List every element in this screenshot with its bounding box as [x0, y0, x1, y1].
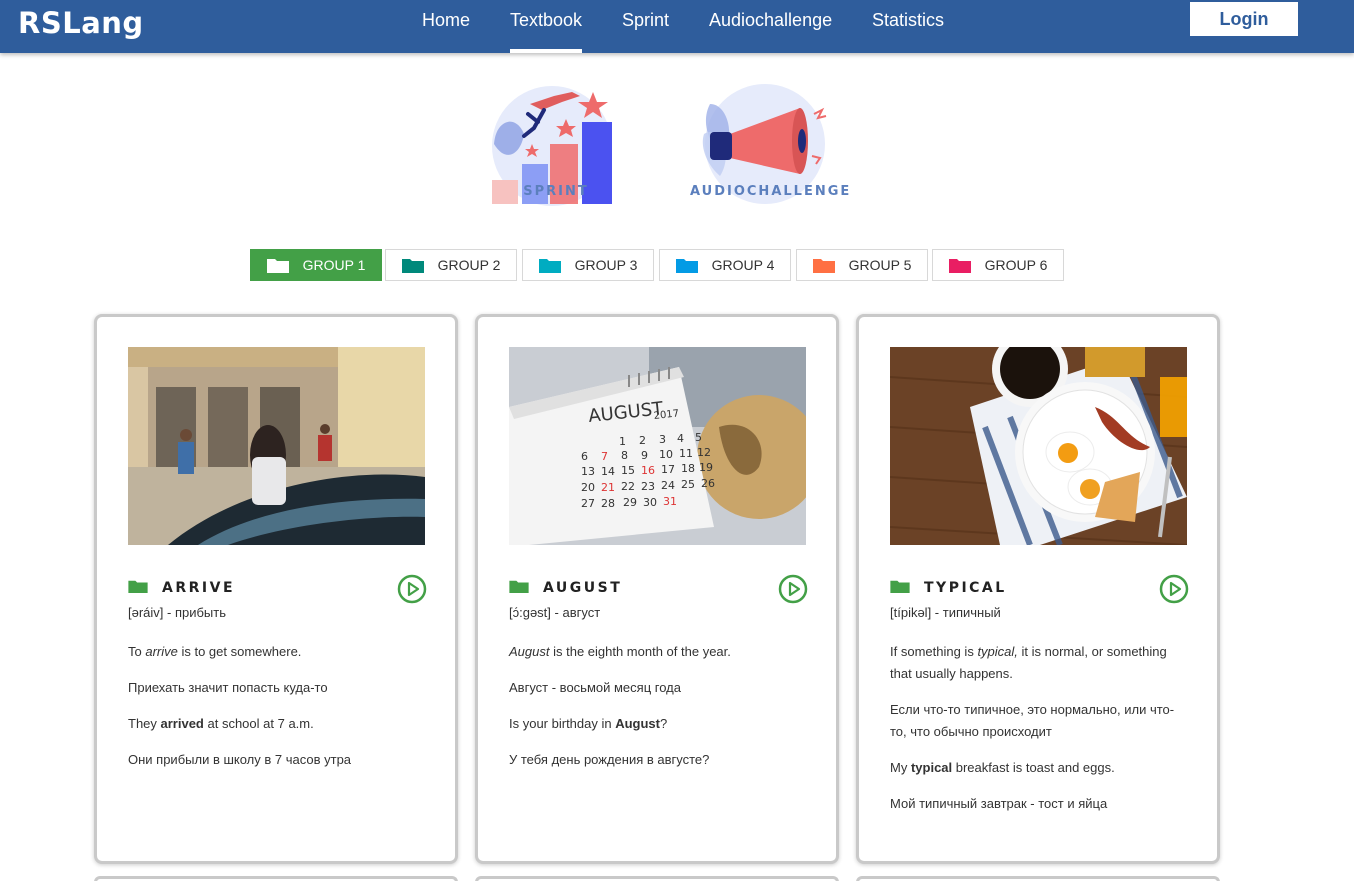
- svg-text:25: 25: [681, 478, 695, 491]
- calendar-photo: AUGUST 2017 12345 6 7 8 9 10 11 12 13 14 15 16 17 1…: [509, 347, 806, 545]
- word-title: TYPICAL: [924, 580, 1007, 596]
- word-card-partial: [94, 876, 458, 881]
- word-card: TYPICAL [típikəl] - типичный If somethin…: [856, 314, 1220, 864]
- example-translation: Мой типичный завтрак - тост и яйца: [890, 796, 1108, 811]
- group-2-button[interactable]: GROUP 2: [385, 249, 517, 281]
- main-nav: Home Textbook Sprint Audiochallenge Stat…: [0, 0, 1354, 53]
- word-title: ARRIVE: [162, 580, 236, 596]
- group-4-button[interactable]: GROUP 4: [659, 249, 791, 281]
- word-card-partial: [856, 876, 1220, 881]
- word-card-partial: [475, 876, 839, 881]
- example-text: They arrived at school at 7 a.m.: [128, 716, 314, 731]
- group-label: GROUP 2: [437, 257, 501, 273]
- svg-text:4: 4: [677, 432, 684, 445]
- nav-home[interactable]: Home: [422, 10, 470, 31]
- meaning-translation: Приехать значит попасть куда-то: [128, 680, 328, 695]
- meaning-text: If something is typical, it is normal, o…: [890, 644, 1167, 681]
- folder-icon: [128, 579, 148, 598]
- svg-text:30: 30: [643, 496, 657, 509]
- school-entrance-photo: [128, 347, 425, 545]
- svg-text:15: 15: [621, 464, 635, 477]
- svg-text:2: 2: [639, 434, 646, 447]
- svg-text:20: 20: [581, 481, 595, 494]
- sprint-label: SPRINT: [523, 184, 589, 199]
- audiochallenge-label: AUDIOCHALLENGE: [690, 184, 852, 199]
- example-translation: Они прибыли в школу в 7 часов утра: [128, 752, 352, 767]
- folder-icon: [948, 257, 971, 273]
- svg-text:9: 9: [641, 449, 648, 462]
- example-translation: У тебя день рождения в августе?: [509, 752, 710, 767]
- breakfast-photo: [890, 347, 1187, 545]
- play-audio-icon[interactable]: [778, 574, 808, 604]
- meaning-text: August is the eighth month of the year.: [509, 644, 731, 659]
- svg-text:31: 31: [663, 495, 677, 508]
- svg-text:13: 13: [581, 465, 595, 478]
- svg-text:7: 7: [601, 450, 608, 463]
- group-1-button[interactable]: GROUP 1: [250, 249, 382, 281]
- svg-text:10: 10: [659, 448, 673, 461]
- folder-icon: [266, 257, 289, 273]
- svg-text:29: 29: [623, 496, 637, 509]
- svg-text:28: 28: [601, 497, 615, 510]
- login-button[interactable]: Login: [1190, 2, 1298, 36]
- group-5-button[interactable]: GROUP 5: [796, 249, 928, 281]
- folder-icon: [675, 257, 698, 273]
- top-navbar: RSLang Home Textbook Sprint Audiochallen…: [0, 0, 1354, 53]
- group-label: GROUP 6: [984, 257, 1048, 273]
- svg-text:22: 22: [621, 480, 635, 493]
- example-text: My typical breakfast is toast and eggs.: [890, 760, 1115, 775]
- meaning-translation: Август - восьмой месяц года: [509, 680, 681, 695]
- word-card: ARRIVE [əráiv] - прибыть To arrive is to…: [94, 314, 458, 864]
- group-label: GROUP 5: [848, 257, 912, 273]
- word-card: AUGUST 2017 12345 6 7 8 9 10 11 12 13 14 15 16 17 1…: [475, 314, 839, 864]
- svg-text:6: 6: [581, 450, 588, 463]
- svg-text:8: 8: [621, 449, 628, 462]
- folder-icon: [401, 257, 424, 273]
- folder-icon: [509, 579, 529, 598]
- transcription: [típikəl] - типичный: [890, 605, 1001, 620]
- audiochallenge-game-link[interactable]: AUDIOCHALLENGE: [690, 84, 850, 209]
- svg-text:5: 5: [695, 431, 702, 444]
- nav-audiochallenge[interactable]: Audiochallenge: [709, 10, 832, 31]
- sprint-game-link[interactable]: SPRINT: [476, 84, 636, 209]
- example-text: Is your birthday in August?: [509, 716, 668, 731]
- svg-text:23: 23: [641, 480, 655, 493]
- svg-text:11: 11: [679, 447, 693, 460]
- svg-text:12: 12: [697, 446, 711, 459]
- svg-text:1: 1: [619, 435, 626, 448]
- play-audio-icon[interactable]: [397, 574, 427, 604]
- play-audio-icon[interactable]: [1159, 574, 1189, 604]
- meaning-translation: Если что-то типичное, это нормально, или…: [890, 702, 1175, 739]
- group-label: GROUP 3: [574, 257, 638, 273]
- svg-text:19: 19: [699, 461, 713, 474]
- nav-statistics[interactable]: Statistics: [872, 10, 944, 31]
- nav-textbook[interactable]: Textbook: [510, 10, 583, 53]
- svg-text:27: 27: [581, 497, 595, 510]
- svg-text:17: 17: [661, 463, 675, 476]
- svg-text:18: 18: [681, 462, 695, 475]
- svg-text:24: 24: [661, 479, 675, 492]
- group-label: GROUP 4: [711, 257, 775, 273]
- folder-icon: [538, 257, 561, 273]
- group-label: GROUP 1: [302, 257, 366, 273]
- group-6-button[interactable]: GROUP 6: [932, 249, 1064, 281]
- folder-icon: [890, 579, 910, 598]
- meaning-text: To arrive is to get somewhere.: [128, 644, 302, 659]
- svg-text:16: 16: [641, 464, 655, 477]
- svg-text:14: 14: [601, 465, 615, 478]
- nav-sprint[interactable]: Sprint: [622, 10, 669, 31]
- svg-text:3: 3: [659, 433, 666, 446]
- folder-icon: [812, 257, 835, 273]
- transcription: [əráiv] - прибыть: [128, 605, 227, 620]
- word-title: AUGUST: [543, 580, 623, 596]
- group-3-button[interactable]: GROUP 3: [522, 249, 654, 281]
- svg-text:26: 26: [701, 477, 715, 490]
- transcription: [ɔ́:gəst] - август: [509, 605, 601, 620]
- svg-text:21: 21: [601, 481, 615, 494]
